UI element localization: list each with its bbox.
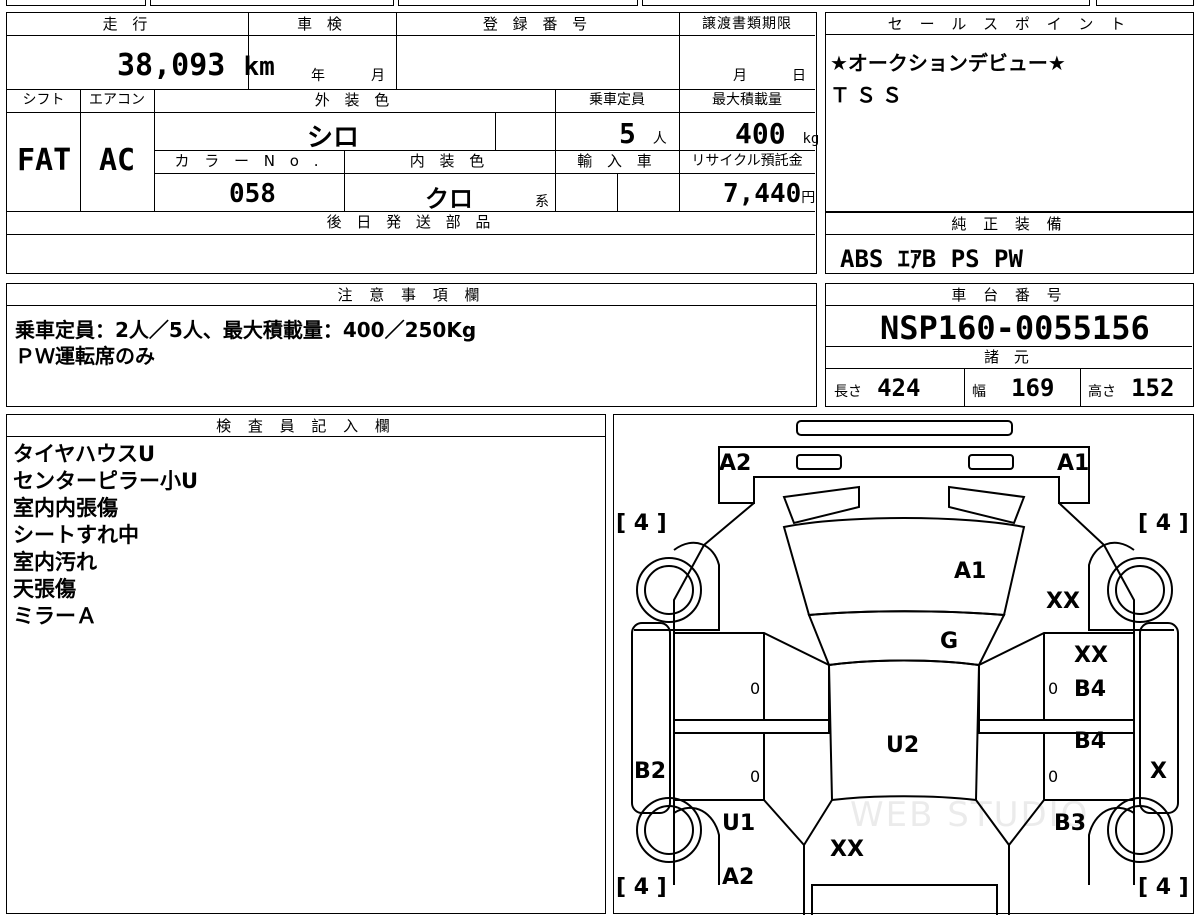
spec-width: 幅 169 [972,374,1055,402]
sales-points-label: セ ー ル ス ポ イ ン ト [826,13,1193,35]
exterior-color-value: シロ [307,123,360,153]
equipment-value: ABS ｴｱB PS PW [840,245,1023,273]
spec-length: 長さ 424 [834,374,921,402]
mark-left-side: B2 [634,759,667,784]
transfer-month-unit: 月 [733,68,747,84]
recycle-fee-value: 7,440円 [723,179,816,209]
mark-front-left-corner: A2 [719,451,752,476]
sales-points-box: セ ー ル ス ポ イ ン ト ★オークションデビュー★ ＴＳＳ [825,12,1194,212]
notes-label: 注 意 事 項 欄 [7,284,816,306]
mark-left-rear-fender: U1 [722,811,756,836]
capacity-value: 5 人 [619,117,667,150]
tire-rear-right: [ 4 ] [1138,875,1189,900]
inspector-line-3: 室内内張傷 [13,496,118,520]
shift-label: シフト [22,92,65,108]
aircon-label: エアコン [89,92,145,108]
max-load-value: 400 kg [735,117,820,150]
vehicle-info-table: 走 行 車 検 登 録 番 号 譲渡書類期限 38,093 km 年 月 月 日… [6,12,820,274]
equipment-label: 純 正 装 備 [826,213,1193,235]
mark-windshield: G [940,629,959,654]
inspector-line-5: 室内汚れ [13,550,97,574]
transfer-deadline-label: 譲渡書類期限 [702,16,792,32]
mark-right-rear-door: B4 [1074,729,1107,754]
tire-rear-left: [ 4 ] [616,875,667,900]
mark-right-side: X [1150,759,1167,784]
sales-point-1: ★オークションデビュー★ [830,51,1066,75]
mark-bonnet: A1 [954,559,987,584]
mark-rear-left: A2 [722,865,755,890]
inspector-line-4: シートすれ中 [13,523,139,547]
mark-right-front-door: B4 [1074,677,1107,702]
tire-front-right: [ 4 ] [1138,511,1189,536]
chassis-box: 車 台 番 号 NSP160-0055156 諸 元 長さ 424 幅 169 … [825,283,1194,407]
exterior-color-label: 外 装 色 [314,91,395,109]
damage-diagram-box: [ 4 ] [ 4 ] [ 4 ] [ 4 ] A2 A1 A1 XX G XX… [613,414,1194,915]
mark-right-rear-door-zero: 0 [1048,767,1059,786]
notes-line-2: ＰＷ運転席のみ [15,344,155,368]
inspector-line-1: タイヤハウスU [13,442,156,466]
inspection-year-unit: 年 [311,68,325,84]
registration-label: 登 録 番 号 [482,15,593,33]
sales-point-2: ＴＳＳ [830,83,908,107]
inspector-box: 検 査 員 記 入 欄 タイヤハウスU センターピラー小U 室内内張傷 シートす… [6,414,606,914]
mark-left-front-door-zero: 0 [750,679,761,698]
specs-label: 諸 元 [984,348,1034,366]
inspector-line-6: 天張傷 [13,577,76,601]
capacity-label: 乗車定員 [589,92,645,108]
interior-color-suffix: 系 [535,194,549,210]
mark-right-front-fender: XX [1046,589,1080,614]
spec-height: 高さ 152 [1088,374,1175,402]
color-no-label: カ ラ ー N o . [174,152,324,170]
watermark: WEB STUDIO [850,795,1090,835]
mark-right-front-door-upper: XX [1074,643,1108,668]
interior-color-value: クロ [425,185,473,213]
color-no-value: 058 [229,179,276,209]
interior-color-label: 内 装 色 [409,152,490,170]
mileage-label: 走 行 [102,15,153,33]
max-load-label: 最大積載量 [712,92,782,108]
mileage-value: 38,093 km [117,48,275,83]
mark-roof: U2 [886,733,920,758]
mark-right-front-door-zero: 0 [1048,679,1059,698]
later-parts-label: 後 日 発 送 部 品 [326,213,496,231]
equipment-box: 純 正 装 備 ABS ｴｱB PS PW [825,212,1194,274]
mark-front-right-corner: A1 [1057,451,1090,476]
inspector-label: 検 査 員 記 入 欄 [7,415,605,437]
notes-box: 注 意 事 項 欄 乗車定員：2人／5人、最大積載量：400／250Kg ＰＷ運… [6,283,817,407]
inspector-line-2: センターピラー小U [13,469,199,493]
recycle-fee-label: リサイクル預託金 [691,153,803,169]
notes-line-1: 乗車定員：2人／5人、最大積載量：400／250Kg [15,318,477,342]
chassis-number: NSP160-0055156 [880,309,1150,347]
shift-value: FAT [17,143,72,178]
tire-front-left: [ 4 ] [616,511,667,536]
transfer-day-unit: 日 [792,68,806,84]
mark-trunk: XX [830,837,864,862]
import-label: 輸 入 車 [577,152,657,170]
chassis-label: 車 台 番 号 [826,284,1193,306]
inspection-label: 車 検 [297,15,347,33]
inspector-line-7: ミラーＡ [13,604,97,628]
mark-left-rear-door-zero: 0 [750,767,761,786]
aircon-value: AC [99,143,136,178]
inspection-month-unit: 月 [371,68,385,84]
